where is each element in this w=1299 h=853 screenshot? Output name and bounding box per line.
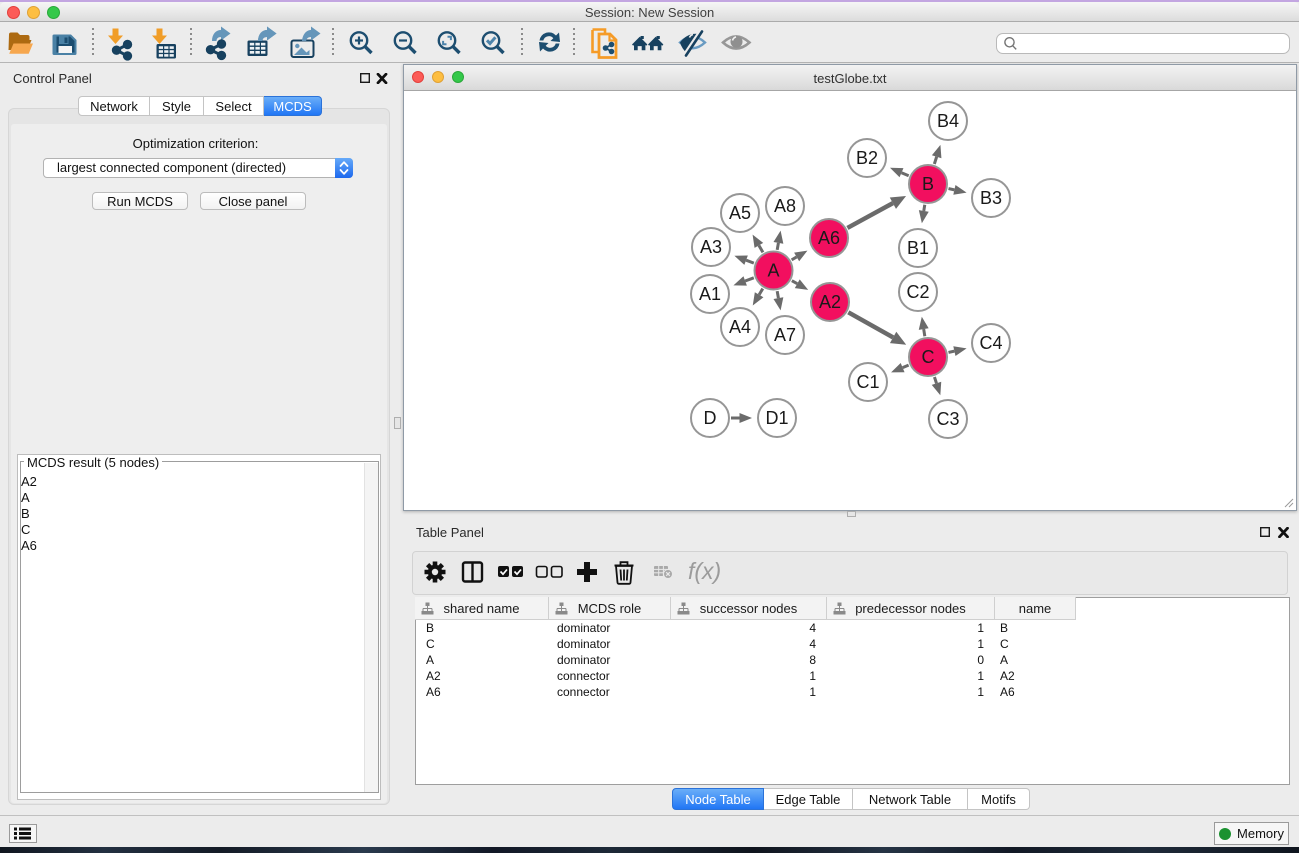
- svg-text:C4: C4: [979, 333, 1002, 353]
- svg-text:C1: C1: [856, 372, 879, 392]
- svg-text:f(x): f(x): [688, 558, 721, 584]
- svg-text:A7: A7: [774, 325, 796, 345]
- svg-text:A8: A8: [774, 196, 796, 216]
- svg-text:A2: A2: [819, 292, 841, 312]
- svg-text:A1: A1: [699, 284, 721, 304]
- svg-text:A6: A6: [818, 228, 840, 248]
- svg-text:C3: C3: [936, 409, 959, 429]
- svg-text:D1: D1: [765, 408, 788, 428]
- svg-text:B2: B2: [856, 148, 878, 168]
- svg-text:D: D: [704, 408, 717, 428]
- svg-text:B3: B3: [980, 188, 1002, 208]
- svg-text:C2: C2: [906, 282, 929, 302]
- svg-text:A5: A5: [729, 203, 751, 223]
- svg-text:A: A: [767, 261, 779, 281]
- svg-text:B1: B1: [907, 238, 929, 258]
- svg-text:A4: A4: [729, 317, 751, 337]
- svg-text:A3: A3: [700, 237, 722, 257]
- svg-text:B: B: [922, 174, 934, 194]
- svg-text:C: C: [922, 347, 935, 367]
- svg-text:B4: B4: [937, 111, 959, 131]
